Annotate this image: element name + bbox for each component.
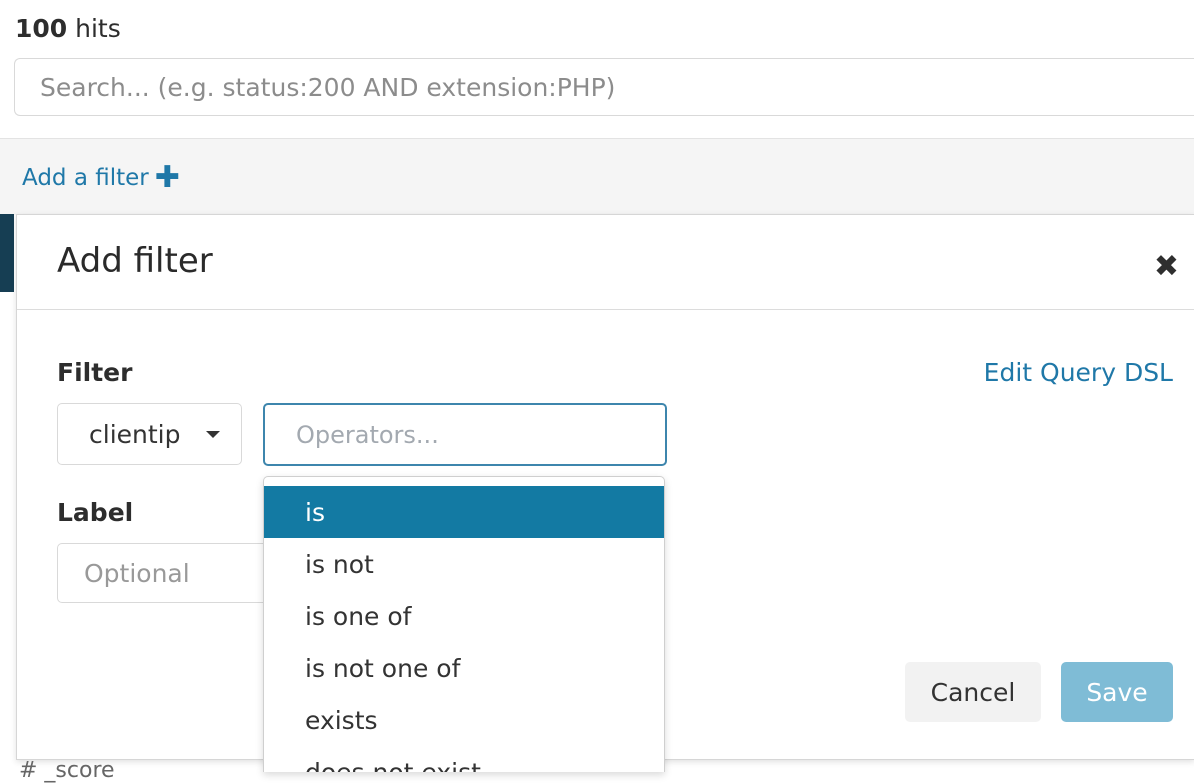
operators-input[interactable]: Operators... [263,403,667,466]
operator-option-is-not-one-of[interactable]: is not one of [264,642,664,694]
filter-heading: Filter [57,358,133,387]
operator-option-does-not-exist[interactable]: does not exist [264,746,664,773]
plus-icon: ✚ [154,160,180,195]
close-icon[interactable]: ✖ [1154,249,1179,284]
operator-option-is-not[interactable]: is not [264,538,664,590]
search-input[interactable]: Search... (e.g. status:200 AND extension… [14,58,1194,116]
score-column-header: # _score [19,758,115,783]
field-select-value: clientip [89,419,181,449]
hits-label: hits [75,14,121,43]
edit-query-dsl-link[interactable]: Edit Query DSL [984,358,1173,387]
label-heading: Label [57,498,134,527]
operator-option-is-one-of[interactable]: is one of [264,590,664,642]
label-input[interactable]: Optional [57,543,287,603]
operator-option-exists[interactable]: exists [264,694,664,746]
hits-number: 100 [15,14,68,43]
add-filter-link[interactable]: Add a filter ✚ [22,163,180,193]
side-strip [0,214,14,292]
hits-count: 100 hits [15,14,121,43]
operator-option-is[interactable]: is [264,486,664,538]
add-filter-label: Add a filter [22,165,149,191]
panel-divider [17,309,1194,310]
caret-down-icon [206,431,220,438]
cancel-button[interactable]: Cancel [905,662,1041,722]
panel-title: Add filter [57,241,213,281]
save-button[interactable]: Save [1061,662,1173,722]
filter-bar: Add a filter ✚ [0,138,1194,215]
operators-dropdown: is is not is one of is not one of exists… [263,476,665,772]
field-select[interactable]: clientip [57,403,242,465]
